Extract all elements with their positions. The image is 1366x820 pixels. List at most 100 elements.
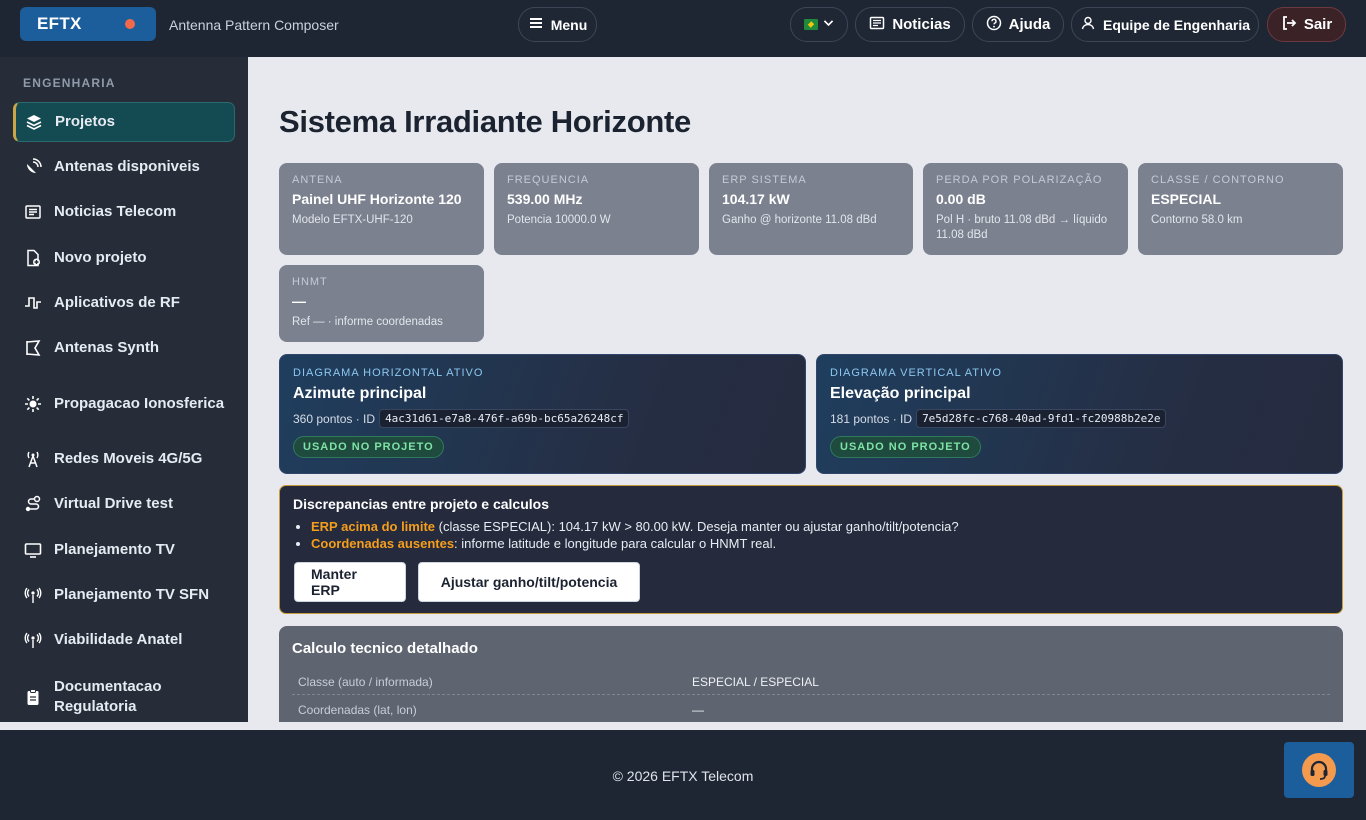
summary-card-erp: ERP SISTEMA 104.17 kW Ganho @ horizonte …	[709, 163, 913, 255]
waveform-icon	[22, 292, 44, 314]
main-content: Sistema Irradiante Horizonte ANTENA Pain…	[255, 57, 1366, 722]
summary-card-antena: ANTENA Painel UHF Horizonte 120 Modelo E…	[279, 163, 484, 255]
alert-list: ERP acima do limite (classe ESPECIAL): 1…	[311, 518, 1329, 552]
support-chat-button[interactable]	[1284, 742, 1354, 798]
chevron-down-icon	[822, 16, 835, 33]
sidebar-item-noticias-telecom[interactable]: Noticias Telecom	[13, 192, 235, 232]
diagram-label: DIAGRAMA HORIZONTAL ATIVO	[293, 367, 484, 379]
newspaper-icon	[869, 15, 885, 35]
sidebar-item-label: Antenas Synth	[54, 339, 160, 356]
footer: © 2026 EFTX Telecom	[0, 730, 1366, 820]
newspaper-icon	[22, 201, 44, 223]
diagram-meta: 360 pontos · ID 4ac31d61-e7a8-476f-a69b-…	[293, 409, 792, 428]
sidebar-item-label: Virtual Drive test	[54, 495, 173, 512]
logout-button[interactable]: Sair	[1267, 7, 1346, 42]
keep-erp-button[interactable]: Manter ERP	[294, 562, 406, 602]
sidebar-item-planejamento-tv[interactable]: Planejamento TV	[13, 530, 235, 570]
team-button[interactable]: Equipe de Engenharia	[1071, 7, 1259, 42]
card-value: Painel UHF Horizonte 120	[292, 191, 462, 207]
vertical-diagram-card[interactable]: DIAGRAMA VERTICAL ATIVO Elevação princip…	[816, 354, 1343, 474]
status-dot-icon	[125, 19, 135, 29]
layers-icon	[23, 111, 45, 133]
horizontal-diagram-card[interactable]: DIAGRAMA HORIZONTAL ATIVO Azimute princi…	[279, 354, 806, 474]
sidebar-item-label: Redes Moveis 4G/5G	[54, 450, 203, 467]
card-subtext: Pol H · bruto 11.08 dBd → líquido 11.08 …	[936, 214, 1108, 241]
help-button[interactable]: Ajuda	[972, 7, 1064, 42]
synth-icon	[22, 337, 44, 359]
sidebar-item-label: Viabilidade Anatel	[54, 631, 183, 648]
diagram-meta: 181 pontos · ID 7e5d28fc-c768-40ad-9fd1-…	[830, 409, 1329, 428]
copyright-text: © 2026 EFTX Telecom	[612, 768, 754, 784]
sidebar-item-planejamento-tv-sfn[interactable]: Planejamento TV SFN	[13, 575, 235, 615]
broadcast-icon	[22, 584, 44, 606]
brand-logo[interactable]: EFTX	[20, 7, 156, 41]
alert-title: Discrepancias entre projeto e calculos	[293, 496, 549, 512]
sidebar-item-propagacao-ionosferica[interactable]: Propagacao Ionosferica	[13, 383, 235, 425]
calc-key: Classe (auto / informada)	[298, 675, 433, 689]
card-value: ESPECIAL	[1151, 191, 1222, 207]
top-bar: EFTX Antenna Pattern Composer Menu Notic…	[0, 0, 1366, 57]
card-value: 104.17 kW	[722, 191, 790, 207]
page-title: Sistema Irradiante Horizonte	[279, 104, 691, 139]
alert-actions: Manter ERP Ajustar ganho/tilt/potencia	[294, 562, 640, 602]
sidebar-item-label: Antenas disponiveis	[54, 158, 200, 175]
calc-value: ESPECIAL / ESPECIAL	[692, 675, 819, 689]
user-icon	[1080, 15, 1096, 34]
sidebar-item-aplicativos-rf[interactable]: Aplicativos de RF	[13, 283, 235, 323]
app-subtitle: Antenna Pattern Composer	[169, 17, 339, 33]
team-label: Equipe de Engenharia	[1102, 16, 1251, 33]
sidebar-item-antenas-synth[interactable]: Antenas Synth	[13, 328, 235, 368]
alert-item-text: : informe latitude e longitude para calc…	[454, 536, 777, 551]
sidebar-item-virtual-drive-test[interactable]: Virtual Drive test	[13, 484, 235, 524]
sidebar-item-label: Projetos	[55, 113, 116, 130]
cell-tower-icon	[22, 448, 44, 470]
satellite-dish-icon	[22, 156, 44, 178]
help-label: Ajuda	[1008, 16, 1051, 33]
sun-icon	[22, 393, 44, 415]
card-label: CLASSE / CONTORNO	[1151, 174, 1285, 186]
calc-value: —	[692, 703, 704, 717]
summary-card-hnmt: HNMT — Ref — · informe coordenadas	[279, 265, 484, 342]
sidebar-item-antenas-disponiveis[interactable]: Antenas disponiveis	[13, 147, 235, 187]
sidebar-section-title: ENGENHARIA	[23, 76, 116, 90]
sidebar-item-documentacao-regulatoria[interactable]: Documentacao Regulatoria	[13, 676, 235, 718]
file-plus-icon	[22, 247, 44, 269]
sidebar-item-viabilidade-anatel[interactable]: Viabilidade Anatel	[13, 620, 235, 660]
sidebar-item-label: Documentacao Regulatoria	[54, 678, 162, 715]
sidebar-item-label: Novo projeto	[54, 249, 147, 266]
sidebar-item-label: Noticias Telecom	[54, 203, 177, 220]
sidebar-item-redes-moveis[interactable]: Redes Moveis 4G/5G	[13, 439, 235, 479]
adjust-gain-button[interactable]: Ajustar ganho/tilt/potencia	[418, 562, 640, 602]
sidebar-item-projetos[interactable]: Projetos	[13, 102, 235, 142]
calc-title: Calculo tecnico detalhado	[292, 640, 478, 657]
card-value: —	[292, 293, 306, 309]
card-label: PERDA POR POLARIZAÇÃO	[936, 174, 1103, 186]
status-badge: USADO NO PROJETO	[830, 436, 981, 458]
route-icon	[22, 493, 44, 515]
status-badge: USADO NO PROJETO	[293, 436, 444, 458]
diagram-id: 7e5d28fc-c768-40ad-9fd1-fc20988b2e2e	[916, 409, 1167, 428]
clipboard-icon	[22, 686, 44, 708]
alert-item: Coordenadas ausentes: informe latitude e…	[311, 535, 1329, 552]
sidebar-item-label: Propagacao Ionosferica	[54, 395, 225, 412]
language-select[interactable]	[790, 7, 848, 42]
headset-icon	[1302, 753, 1336, 787]
sign-out-icon	[1281, 15, 1297, 35]
table-row: Coordenadas (lat, lon) —	[292, 695, 1330, 722]
logout-label: Sair	[1303, 16, 1333, 33]
alert-item-strong: ERP acima do limite	[311, 519, 436, 534]
brand-name: EFTX	[37, 14, 82, 33]
summary-card-perda-polarizacao: PERDA POR POLARIZAÇÃO 0.00 dB Pol H · br…	[923, 163, 1128, 255]
card-value: 539.00 MHz	[507, 191, 583, 207]
news-button[interactable]: Noticias	[855, 7, 965, 42]
diagram-title: Elevação principal	[830, 385, 971, 402]
calc-key: Coordenadas (lat, lon)	[298, 703, 417, 717]
sidebar-item-novo-projeto[interactable]: Novo projeto	[13, 238, 235, 278]
sidebar-item-label: Planejamento TV	[54, 541, 175, 558]
summary-card-classe: CLASSE / CONTORNO ESPECIAL Contorno 58.0…	[1138, 163, 1343, 255]
menu-button[interactable]: Menu	[518, 7, 597, 42]
horizontal-scrollbar-track[interactable]	[0, 722, 1366, 730]
card-value: 0.00 dB	[936, 191, 986, 207]
diagram-title: Azimute principal	[293, 385, 427, 402]
sidebar: ENGENHARIA Projetos Antenas disponiveis …	[0, 57, 248, 722]
